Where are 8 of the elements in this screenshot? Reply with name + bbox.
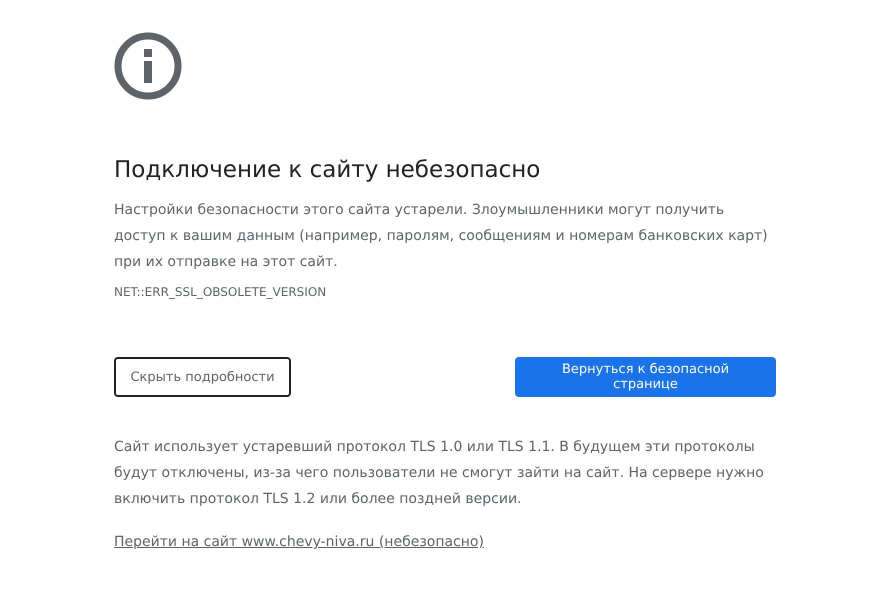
page-heading: Подключение к сайту небезопасно xyxy=(114,156,542,185)
details-text: Сайт использует устаревший протокол TLS 1.0 или TLS 1.1. В будущем эти протоколы будут отключены, из-за чего пользователи не смогут зайти на сайт. На сервере нужно включить протокол TLS 1.2 или более поздней версии. xyxy=(114,438,765,509)
hide-details-button[interactable]: Скрыть подробности xyxy=(114,357,291,397)
info-icon xyxy=(112,30,184,102)
proceed-link[interactable]: Перейти на сайт www.chevy-niva.ru (небезопасно) xyxy=(114,534,484,550)
error-code: NET::ERR_SSL_OBSOLETE_VERSION xyxy=(114,285,328,299)
warning-message: Настройки безопасности этого сайта устарели. Злоумышленники могут получить доступ к вашим данным (например, паролям, сообщениям и номерам банковских карт) при их отправке на этот сайт. xyxy=(114,201,769,272)
back-to-safety-button[interactable]: Вернуться к безопасной странице xyxy=(515,357,776,397)
